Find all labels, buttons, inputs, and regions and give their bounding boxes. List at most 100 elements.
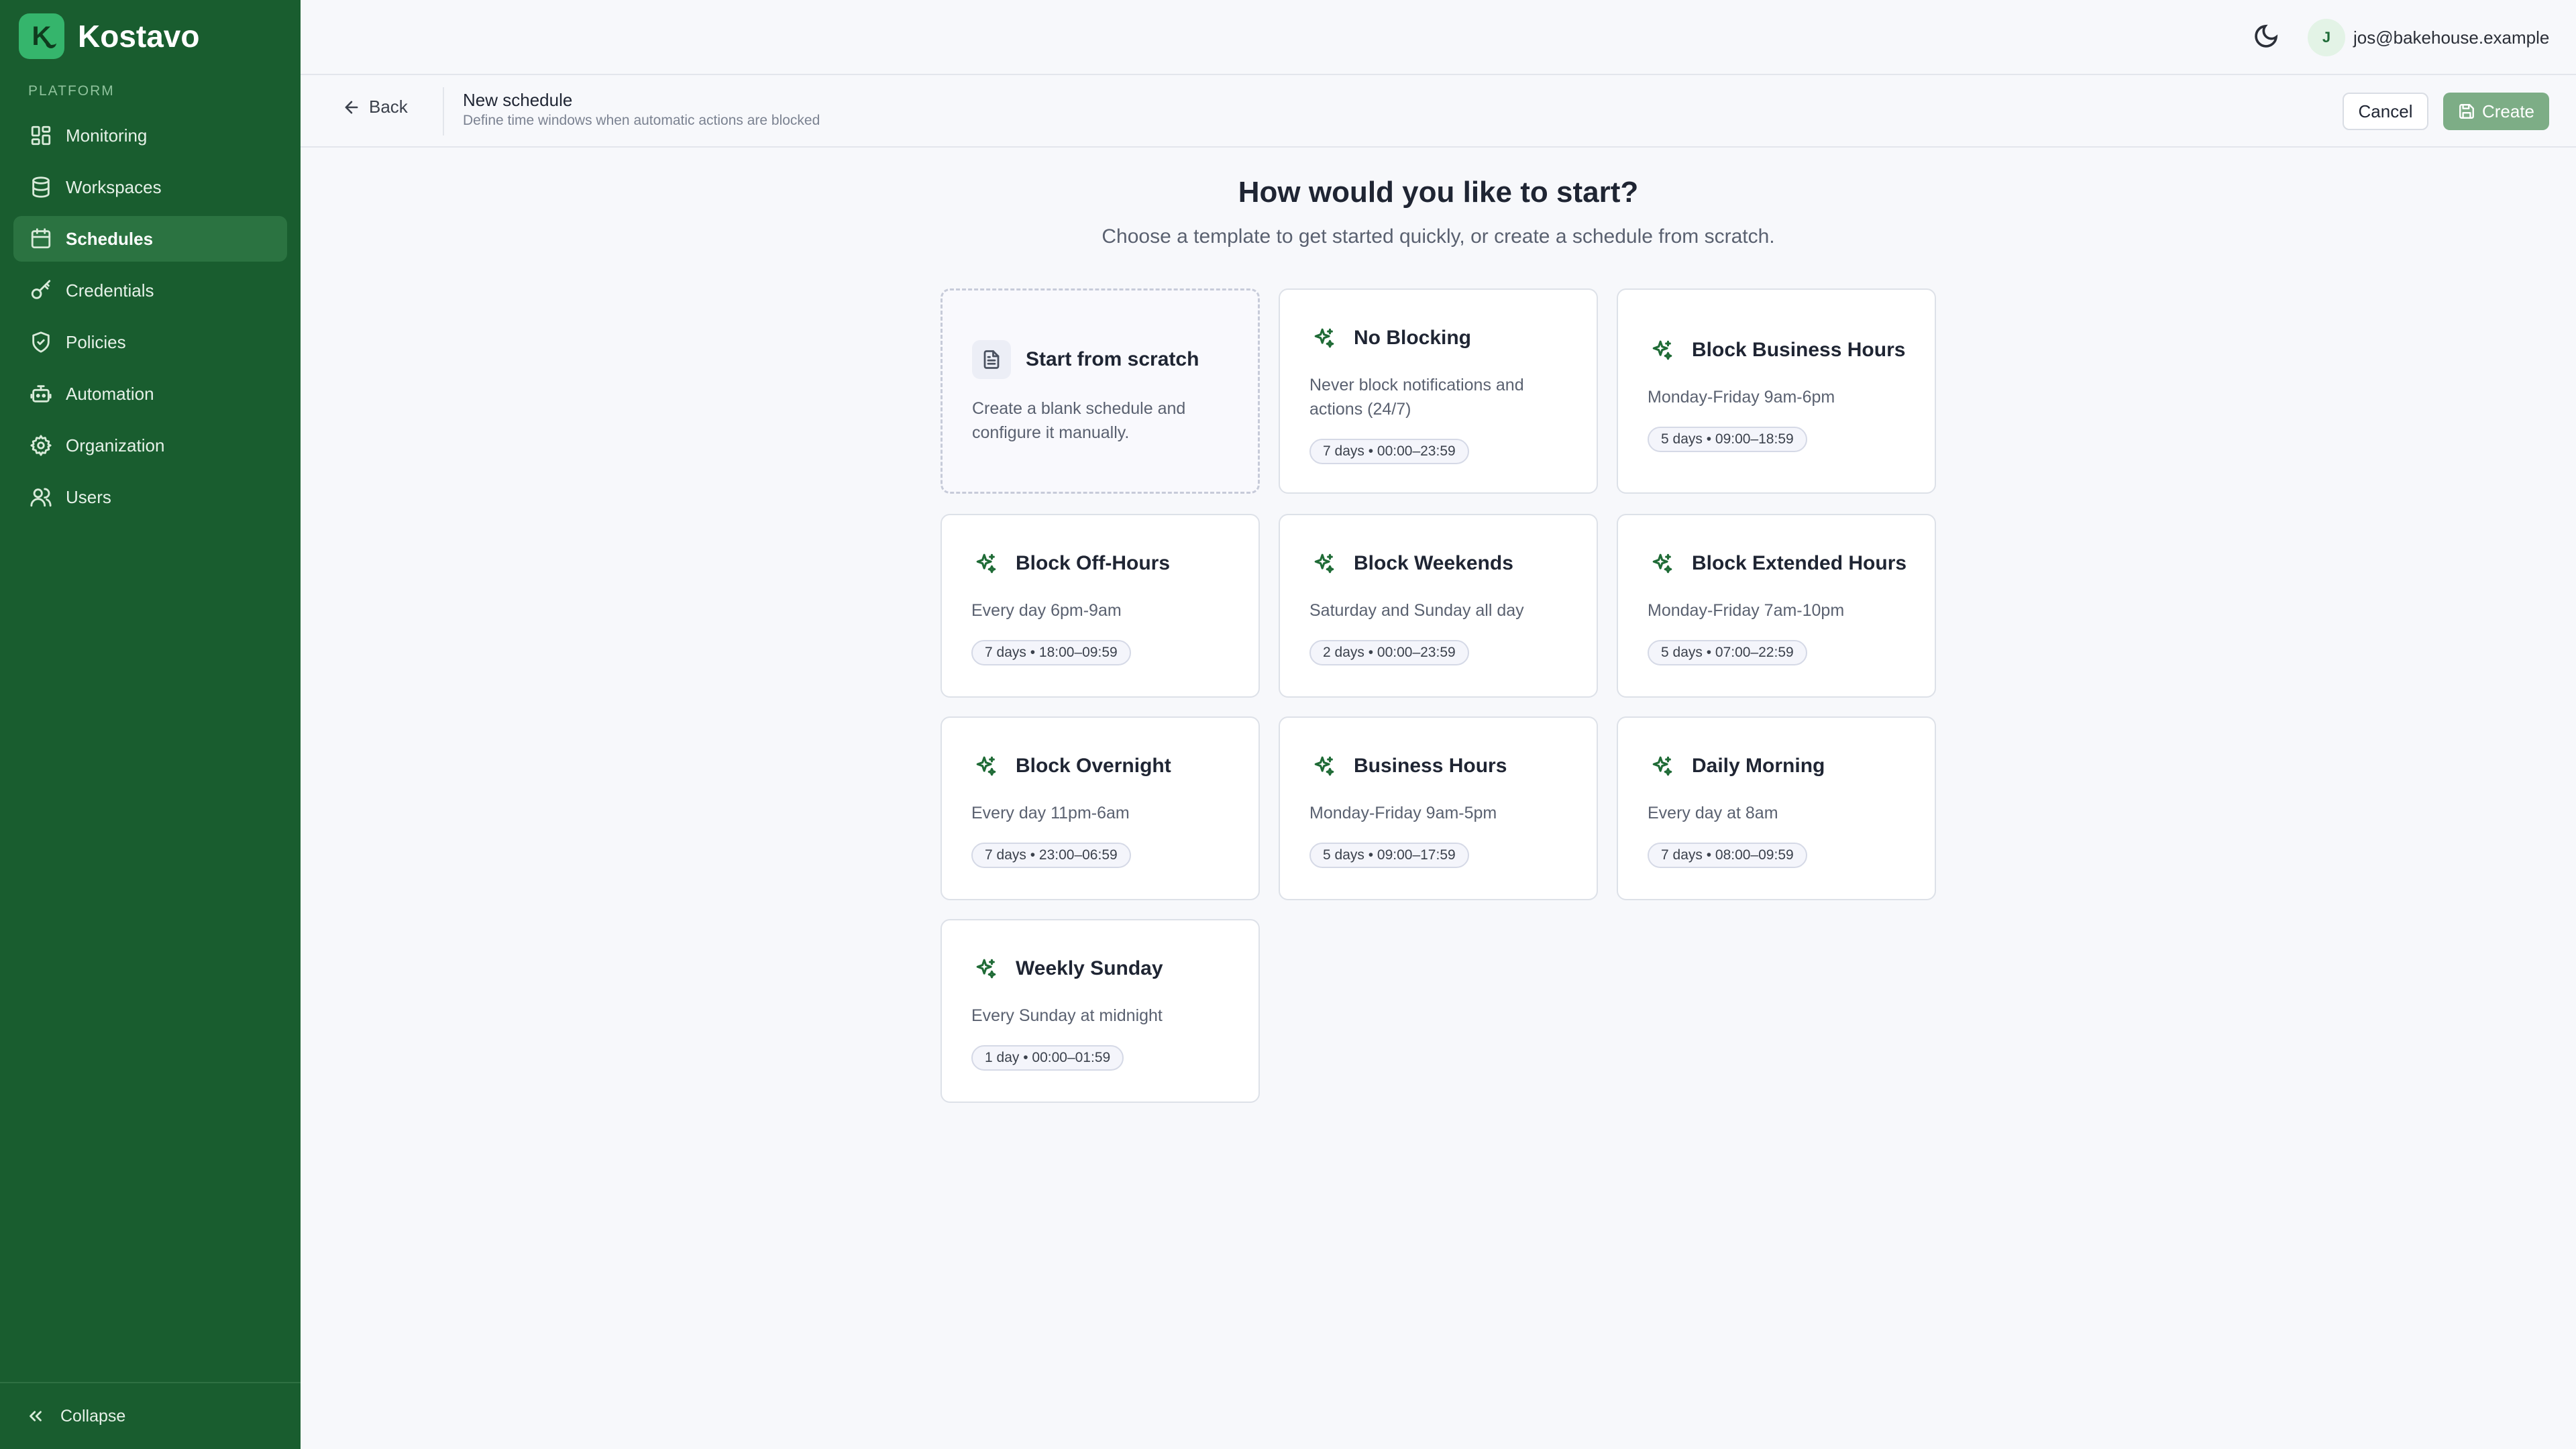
template-summary-badge: 5 days • 09:00–18:59 <box>1648 427 1807 452</box>
page-title: New schedule <box>463 90 573 110</box>
sparkles-icon <box>971 954 1001 983</box>
main-heading: How would you like to start? <box>1238 176 1639 209</box>
moon-icon <box>2255 24 2278 48</box>
template-card-block-overnight[interactable]: Block Overnight Every day 11pm-6am 7 day… <box>941 716 1260 900</box>
sidebar-item-label: Policies <box>66 331 126 352</box>
template-description: Every day at 8am <box>1648 804 1778 822</box>
key-icon <box>31 280 51 299</box>
template-summary-badge: 1 day • 00:00–01:59 <box>971 1045 1124 1071</box>
template-description: Every Sunday at midnight <box>971 1006 1163 1025</box>
sidebar-nav: Monitoring Workspaces Schedules Credenti… <box>13 113 287 526</box>
template-summary-badge: 5 days • 09:00–17:59 <box>1309 843 1469 868</box>
sidebar-item-label: Automation <box>66 383 154 404</box>
topbar: J jos@bakehouse.example <box>301 0 2576 75</box>
sparkles-icon <box>1648 751 1677 781</box>
template-title: Start from scratch <box>1026 348 1199 370</box>
template-card-block-off-hours[interactable]: Block Off-Hours Every day 6pm-9am 7 days… <box>941 514 1260 698</box>
template-card-business-hours[interactable]: Business Hours Monday-Friday 9am-5pm 5 d… <box>1279 716 1598 900</box>
avatar: J <box>2308 19 2345 56</box>
sparkles-icon <box>1309 549 1339 578</box>
template-description: Every day 6pm-9am <box>971 601 1122 620</box>
sparkles-icon <box>1309 323 1339 353</box>
back-button[interactable]: Back <box>342 97 408 117</box>
sidebar-item-label: Users <box>66 486 111 507</box>
sidebar-item-workspaces[interactable]: Workspaces <box>13 164 287 210</box>
template-summary-badge: 7 days • 18:00–09:59 <box>971 640 1131 665</box>
template-card-block-extended-hours[interactable]: Block Extended Hours Monday-Friday 7am-1… <box>1617 514 1936 698</box>
users-icon <box>30 488 52 507</box>
template-summary-badge: 2 days • 00:00–23:59 <box>1309 640 1469 665</box>
template-card-start-from-scratch[interactable]: Start from scratch Create a blank schedu… <box>941 288 1260 494</box>
template-summary-badge: 7 days • 00:00–23:59 <box>1309 439 1469 464</box>
sidebar-item-organization[interactable]: Organization <box>13 423 287 468</box>
sidebar-item-label: Credentials <box>66 280 154 301</box>
sparkles-icon <box>971 549 1001 578</box>
template-card-block-business-hours[interactable]: Block Business Hours Monday-Friday 9am-6… <box>1617 288 1936 494</box>
cancel-button[interactable]: Cancel <box>2343 93 2428 130</box>
page-subtitle: Define time windows when automatic actio… <box>463 113 820 128</box>
sparkles-icon <box>1648 549 1677 578</box>
sidebar-item-monitoring[interactable]: Monitoring <box>13 113 287 158</box>
robot-icon <box>30 385 52 402</box>
template-title: Block Overnight <box>1016 755 1171 777</box>
sidebar-item-users[interactable]: Users <box>13 474 287 520</box>
back-label: Back <box>369 97 408 117</box>
template-summary-badge: 7 days • 08:00–09:59 <box>1648 843 1807 868</box>
template-title: Block Extended Hours <box>1692 552 1907 574</box>
create-label: Create <box>2481 101 2535 121</box>
template-description: Monday-Friday 9am-6pm <box>1648 388 1835 407</box>
collapse-button[interactable]: Collapse <box>0 1382 301 1449</box>
document-icon <box>972 340 1011 379</box>
template-title: No Blocking <box>1354 327 1472 349</box>
template-title: Block Off-Hours <box>1016 552 1171 574</box>
sparkles-icon <box>1309 751 1339 781</box>
template-title: Business Hours <box>1354 755 1507 777</box>
template-title: Block Weekends <box>1354 552 1513 574</box>
dashboard-icon <box>31 125 51 146</box>
header-divider <box>443 87 444 136</box>
sidebar-item-label: Monitoring <box>66 125 148 146</box>
template-title: Block Business Hours <box>1692 339 1906 361</box>
sparkles-icon <box>1648 335 1677 365</box>
main-subheading: Choose a template to get started quickly… <box>1102 225 1775 248</box>
collapse-label: Collapse <box>60 1406 126 1426</box>
template-description: Saturday and Sunday all day <box>1309 601 1524 620</box>
sidebar-item-credentials[interactable]: Credentials <box>13 268 287 313</box>
template-card-block-weekends[interactable]: Block Weekends Saturday and Sunday all d… <box>1279 514 1598 698</box>
sidebar-item-label: Schedules <box>66 228 154 249</box>
template-card-no-blocking[interactable]: No Blocking Never block notifications an… <box>1279 288 1598 494</box>
arrow-left-icon <box>345 101 358 113</box>
create-button[interactable]: Create <box>2443 93 2549 130</box>
brand[interactable]: K Kostavo <box>19 13 199 59</box>
sidebar-item-schedules[interactable]: Schedules <box>13 216 287 262</box>
chevrons-left-icon <box>30 1411 42 1421</box>
template-summary-badge: 7 days • 23:00–06:59 <box>971 843 1131 868</box>
template-description: Monday-Friday 9am-5pm <box>1309 804 1497 822</box>
template-summary-badge: 5 days • 07:00–22:59 <box>1648 640 1807 665</box>
sparkles-icon <box>971 751 1001 781</box>
template-card-weekly-sunday[interactable]: Weekly Sunday Every Sunday at midnight 1… <box>941 919 1260 1103</box>
shield-icon <box>32 331 50 353</box>
template-description: Every day 11pm-6am <box>971 804 1130 822</box>
template-description: Create a blank schedule and configure it… <box>972 399 1186 442</box>
brand-name: Kostavo <box>78 19 200 54</box>
brand-logo: K <box>19 13 64 59</box>
sidebar-section-label: PLATFORM <box>28 83 115 99</box>
sidebar-item-label: Organization <box>66 435 165 455</box>
user-menu[interactable]: J jos@bakehouse.example <box>2308 19 2549 56</box>
sidebar-item-label: Workspaces <box>66 176 162 197</box>
gear-icon <box>30 435 52 456</box>
database-icon <box>32 176 50 198</box>
template-description: Monday-Friday 7am-10pm <box>1648 601 1845 620</box>
template-card-daily-morning[interactable]: Daily Morning Every day at 8am 7 days • … <box>1617 716 1936 900</box>
theme-toggle-button[interactable] <box>2253 23 2282 52</box>
template-title: Weekly Sunday <box>1016 957 1163 979</box>
user-email: jos@bakehouse.example <box>2353 27 2550 48</box>
template-description: Never block notifications and actions (2… <box>1309 376 1524 419</box>
template-title: Daily Morning <box>1692 755 1825 777</box>
sidebar-item-automation[interactable]: Automation <box>13 371 287 417</box>
page-header: Back New schedule Define time windows wh… <box>301 75 2576 148</box>
sidebar-item-policies[interactable]: Policies <box>13 319 287 365</box>
save-icon <box>2459 104 2474 119</box>
sidebar: K Kostavo PLATFORM Monitoring Workspaces… <box>0 0 301 1449</box>
